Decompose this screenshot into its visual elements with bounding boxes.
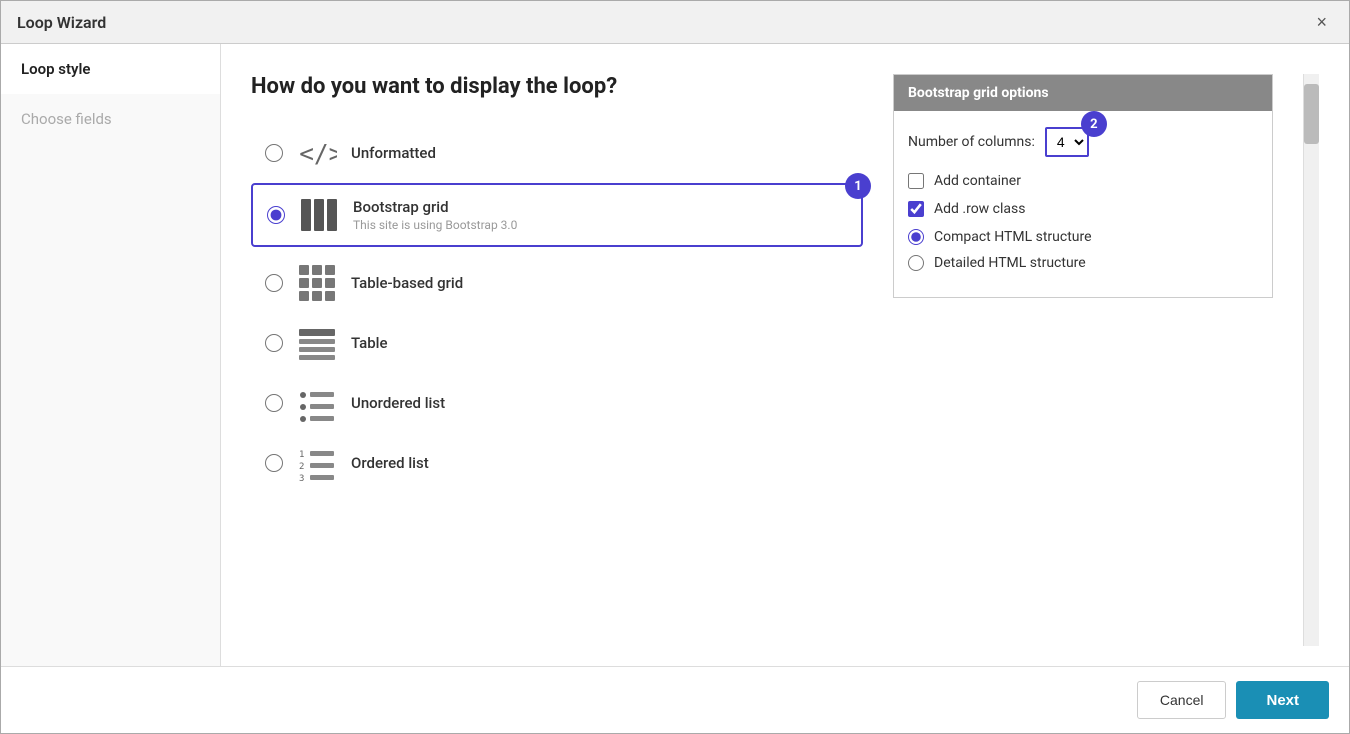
sidebar-item-loop-style[interactable]: Loop style bbox=[1, 44, 220, 94]
columns-select[interactable]: 4 1 2 3 5 6 bbox=[1045, 127, 1089, 157]
option-label-ul: Unordered list bbox=[351, 394, 445, 412]
svg-text:1: 1 bbox=[299, 450, 304, 460]
html-structure-group: Compact HTML structure Detailed HTML str… bbox=[908, 229, 1258, 271]
close-button[interactable]: × bbox=[1310, 11, 1333, 33]
radio-table-based-grid[interactable] bbox=[265, 274, 283, 292]
cancel-button[interactable]: Cancel bbox=[1137, 681, 1227, 719]
add-container-row[interactable]: Add container bbox=[908, 173, 1258, 189]
radio-ordered-list[interactable] bbox=[265, 454, 283, 472]
option-label-bootstrap: Bootstrap grid bbox=[353, 198, 517, 216]
scrollbar-thumb[interactable] bbox=[1304, 84, 1319, 144]
compact-html-row[interactable]: Compact HTML structure bbox=[908, 229, 1258, 245]
badge-1: 1 bbox=[845, 173, 871, 199]
option-unformatted[interactable]: </> Unformatted bbox=[251, 123, 863, 183]
bootstrap-options-box: Bootstrap grid options Number of columns… bbox=[893, 74, 1273, 298]
table-icon bbox=[297, 323, 337, 363]
columns-row: Number of columns: 4 1 2 3 5 6 bbox=[908, 127, 1258, 157]
radio-unformatted[interactable] bbox=[265, 144, 283, 162]
option-label-table: Table bbox=[351, 334, 388, 352]
radio-compact-html[interactable] bbox=[908, 229, 924, 245]
options-list: </> Unformatted bbox=[251, 123, 863, 493]
option-unordered-list[interactable]: Unordered list bbox=[251, 373, 863, 433]
option-bootstrap-grid[interactable]: Bootstrap grid This site is using Bootst… bbox=[251, 183, 863, 247]
ul-icon bbox=[297, 383, 337, 423]
right-panel: Bootstrap grid options Number of columns… bbox=[893, 74, 1273, 646]
badge-2: 2 bbox=[1081, 111, 1107, 137]
sidebar: Loop style Choose fields bbox=[1, 44, 221, 666]
option-label-table-grid: Table-based grid bbox=[351, 274, 463, 292]
sidebar-item-choose-fields: Choose fields bbox=[1, 94, 220, 144]
bootstrap-options-body: Number of columns: 4 1 2 3 5 6 bbox=[894, 111, 1272, 297]
radio-unordered-list[interactable] bbox=[265, 394, 283, 412]
add-row-class-checkbox[interactable] bbox=[908, 201, 924, 217]
dialog-footer: Cancel Next bbox=[1, 666, 1349, 733]
bootstrap-icon bbox=[299, 195, 339, 235]
svg-text:3: 3 bbox=[299, 474, 304, 483]
bootstrap-options-header: Bootstrap grid options bbox=[894, 75, 1272, 111]
compact-html-label: Compact HTML structure bbox=[934, 229, 1092, 245]
code-icon: </> bbox=[297, 133, 337, 173]
svg-text:</>: </> bbox=[299, 139, 337, 168]
detailed-html-label: Detailed HTML structure bbox=[934, 255, 1086, 271]
radio-table[interactable] bbox=[265, 334, 283, 352]
add-row-class-row[interactable]: Add .row class bbox=[908, 201, 1258, 217]
left-panel: How do you want to display the loop? </>… bbox=[251, 74, 863, 646]
svg-text:2: 2 bbox=[299, 462, 304, 472]
table-grid-icon bbox=[297, 263, 337, 303]
radio-detailed-html[interactable] bbox=[908, 255, 924, 271]
option-label-ol: Ordered list bbox=[351, 454, 429, 472]
next-button[interactable]: Next bbox=[1236, 681, 1329, 719]
radio-bootstrap-grid[interactable] bbox=[267, 206, 285, 224]
scrollbar-track[interactable] bbox=[1303, 74, 1319, 646]
dialog-title: Loop Wizard bbox=[17, 13, 106, 32]
option-ordered-list[interactable]: 1 2 3 Ordered list bbox=[251, 433, 863, 493]
title-bar: Loop Wizard × bbox=[1, 1, 1349, 44]
add-row-class-label: Add .row class bbox=[934, 201, 1025, 217]
loop-wizard-dialog: Loop Wizard × Loop style Choose fields H… bbox=[0, 0, 1350, 734]
question-title: How do you want to display the loop? bbox=[251, 74, 863, 99]
detailed-html-row[interactable]: Detailed HTML structure bbox=[908, 255, 1258, 271]
dialog-body: Loop style Choose fields How do you want… bbox=[1, 44, 1349, 666]
option-sublabel-bootstrap: This site is using Bootstrap 3.0 bbox=[353, 218, 517, 232]
ol-icon: 1 2 3 bbox=[297, 443, 337, 483]
option-table[interactable]: Table bbox=[251, 313, 863, 373]
add-container-checkbox[interactable] bbox=[908, 173, 924, 189]
option-table-based-grid[interactable]: Table-based grid bbox=[251, 253, 863, 313]
columns-label: Number of columns: bbox=[908, 134, 1035, 150]
main-content: How do you want to display the loop? </>… bbox=[221, 44, 1349, 666]
option-label-unformatted: Unformatted bbox=[351, 144, 436, 162]
add-container-label: Add container bbox=[934, 173, 1021, 189]
